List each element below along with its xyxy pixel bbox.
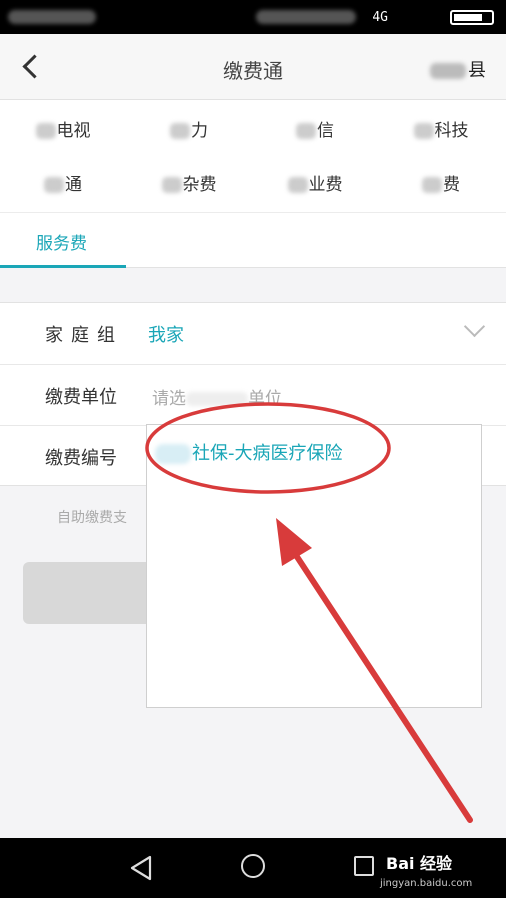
payment-number-label: 缴费编号 [45, 448, 117, 469]
nav-recent-icon[interactable] [354, 856, 374, 876]
category-grid: 电视 力 信 科技 通 杂费 业费 费 [0, 100, 506, 212]
status-icons-mask [256, 10, 356, 24]
category-mask [35, 123, 56, 139]
battery-icon [450, 10, 494, 25]
category-mask [422, 177, 442, 193]
category-label: 通 [65, 175, 82, 195]
app-header: 缴费通 县 [0, 34, 506, 100]
category-mask [296, 123, 316, 139]
system-nav-bar: Bai 经验 jingyan.baidu.com [0, 838, 506, 898]
watermark-brand: Bai 经验 [386, 854, 453, 873]
category-label: 科技 [434, 121, 469, 141]
dropdown-option-label: 社保-大病医疗保险 [192, 443, 343, 464]
nav-back-icon[interactable] [128, 854, 156, 882]
watermark-url: jingyan.baidu.com [380, 878, 473, 889]
region-label: 县 [468, 60, 486, 81]
submit-button[interactable] [23, 562, 153, 624]
category-mask [170, 123, 190, 139]
category-label: 杂费 [182, 175, 217, 195]
family-group-label: 家庭组 [45, 325, 123, 346]
category-item[interactable]: 通 [0, 170, 126, 195]
family-group-row[interactable]: 家庭组 我家 [0, 303, 506, 364]
tab-active-indicator [0, 265, 126, 268]
status-bar: 4G [0, 0, 506, 34]
category-label: 电视 [56, 121, 91, 141]
tab-bar: 服务费 [0, 212, 506, 268]
category-mask [161, 177, 182, 193]
option-mask [155, 444, 191, 464]
unit-dropdown: 社保-大病医疗保险 [146, 424, 482, 708]
chevron-down-icon[interactable] [464, 319, 484, 339]
payment-unit-label: 缴费单位 [45, 387, 117, 408]
tab-service-fee[interactable]: 服务费 [36, 229, 87, 254]
category-item[interactable]: 电视 [0, 116, 126, 141]
category-mask [287, 177, 308, 193]
status-left-mask [8, 10, 96, 24]
category-item[interactable]: 费 [378, 170, 504, 195]
category-item[interactable]: 杂费 [126, 170, 252, 195]
region-mask [430, 63, 466, 79]
payment-unit-input[interactable]: 请选 单位 [152, 384, 282, 409]
nav-home-icon[interactable] [241, 854, 265, 878]
category-item[interactable]: 科技 [378, 116, 504, 141]
category-label: 信 [317, 121, 334, 141]
category-label: 费 [443, 175, 460, 195]
category-mask [413, 123, 434, 139]
payment-unit-row[interactable]: 缴费单位 请选 单位 [0, 364, 506, 425]
dropdown-option-medical-insurance[interactable]: 社保-大病医疗保险 [155, 439, 343, 465]
payment-unit-placeholder-suffix: 单位 [248, 389, 282, 409]
category-item[interactable]: 信 [252, 116, 378, 141]
signal-indicator: 4G [372, 10, 388, 25]
category-item[interactable]: 力 [126, 116, 252, 141]
category-label: 力 [191, 121, 208, 141]
self-service-tip: 自助缴费支 [57, 510, 127, 526]
family-group-value: 我家 [148, 325, 184, 346]
category-label: 业费 [308, 175, 343, 195]
region-selector[interactable]: 县 [430, 56, 486, 82]
placeholder-mask [186, 392, 248, 406]
category-item[interactable]: 业费 [252, 170, 378, 195]
category-mask [44, 177, 64, 193]
payment-unit-placeholder-prefix: 请选 [152, 389, 186, 409]
